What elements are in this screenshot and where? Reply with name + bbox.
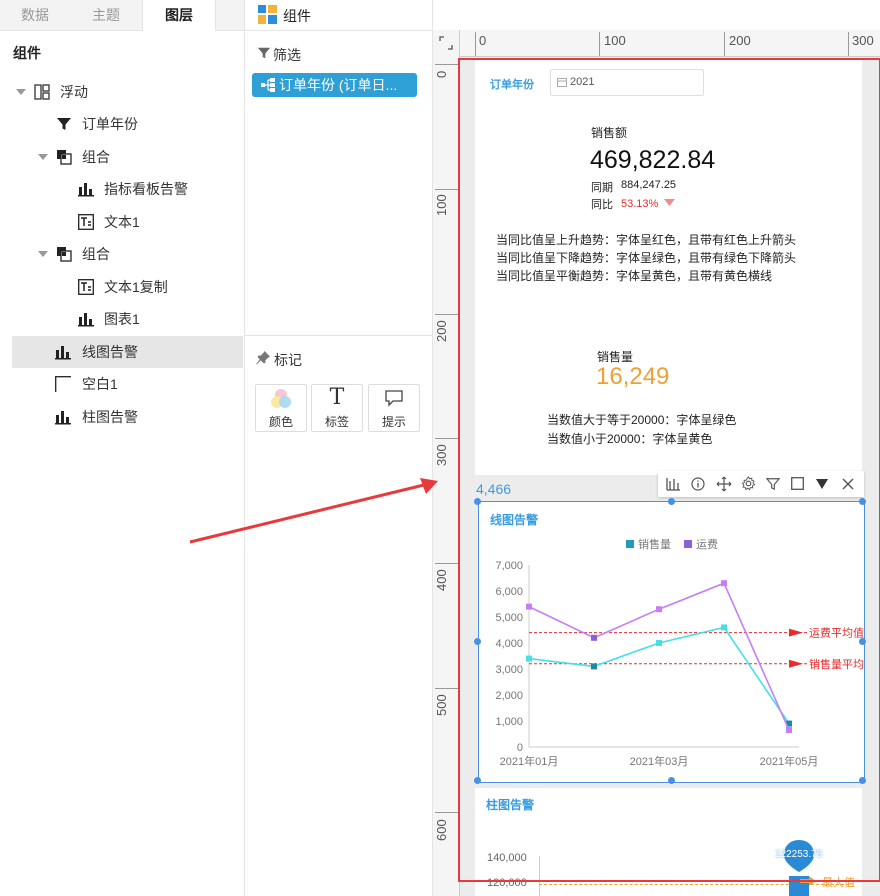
component-panel: 组件 筛选 订单年份 (订单日... 标记 颜色 T 标签 提示 <box>245 0 433 896</box>
ruler-label: 200 <box>434 320 449 342</box>
mark-color-button[interactable]: 颜色 <box>255 384 307 432</box>
filter-icon <box>257 47 271 59</box>
ruler-label: 300 <box>434 444 449 466</box>
panel-tabs: 数据 主题 图层 <box>0 0 244 31</box>
filter-title: 筛选 <box>273 47 301 63</box>
group-icon <box>57 247 72 262</box>
ruler-label: 200 <box>729 33 751 48</box>
components-heading: 组件 <box>13 45 41 61</box>
ruler-label: 400 <box>434 569 449 591</box>
mark-label-button[interactable]: T 标签 <box>311 384 363 432</box>
color-icon <box>271 389 291 408</box>
tree-label: 指标看板告警 <box>104 181 188 197</box>
filter-chip-label: 订单年份 (订单日... <box>279 77 398 93</box>
bar-chart-icon <box>78 183 94 197</box>
tree-item-text1[interactable]: 文本1 <box>0 206 243 238</box>
tree-label: 柱图告警 <box>82 409 138 425</box>
tree-label: 图表1 <box>104 311 140 327</box>
tab-data[interactable]: 数据 <box>0 0 70 30</box>
tab-theme[interactable]: 主题 <box>70 0 142 30</box>
hierarchy-icon <box>261 78 275 92</box>
filter-icon <box>57 118 71 130</box>
tree-label: 订单年份 <box>82 116 138 132</box>
text-t-icon: T <box>329 385 345 410</box>
bar-chart-icon <box>55 411 71 425</box>
mark-title: 标记 <box>274 352 302 368</box>
tree-item-kpi-alert[interactable]: 指标看板告警 <box>0 173 243 205</box>
blank-icon <box>55 376 71 392</box>
tree-item-group-1[interactable]: 组合 <box>0 141 243 173</box>
component-grid-icon <box>258 5 277 24</box>
tree-label: 浮动 <box>60 84 88 100</box>
divider <box>245 335 432 336</box>
annotation-arrow <box>189 478 438 544</box>
tree-item-chart1[interactable]: 图表1 <box>0 303 243 335</box>
tree-item-order-year[interactable]: 订单年份 <box>0 108 243 140</box>
ruler-label: 0 <box>479 33 487 48</box>
tree-item-blank1[interactable]: 空白1 <box>0 368 243 400</box>
ruler-label: 100 <box>434 194 449 216</box>
tree-label: 文本1 <box>104 214 140 230</box>
caret-down-icon[interactable] <box>16 89 26 95</box>
mark-tooltip-button[interactable]: 提示 <box>368 384 420 432</box>
tree-item-group-2[interactable]: 组合 <box>0 238 243 270</box>
mark-label: 颜色 <box>268 415 293 429</box>
tree-item-line-alert[interactable]: 线图告警 <box>12 336 243 368</box>
filter-chip[interactable]: 订单年份 (订单日... <box>252 73 417 97</box>
tree-label: 空白1 <box>82 376 118 392</box>
ruler-label: 300 <box>852 33 874 48</box>
component-title: 组件 <box>283 8 311 24</box>
tree-item-text1-copy[interactable]: 文本1复制 <box>0 271 243 303</box>
mark-label: 标签 <box>324 415 349 429</box>
ruler-label: 0 <box>434 70 449 78</box>
tab-layers[interactable]: 图层 <box>142 0 216 31</box>
text-icon <box>78 279 94 295</box>
highlight-frame <box>458 58 880 882</box>
component-header: 组件 <box>245 0 432 31</box>
float-layout-icon <box>34 84 50 100</box>
tree-item-float[interactable]: 浮动 <box>0 76 243 108</box>
layers-panel: 数据 主题 图层 组件 浮动 订单年份 组合 指标看板告警 文本1 组合 文本1… <box>0 0 245 896</box>
group-icon <box>57 150 72 165</box>
speech-bubble-icon <box>385 390 403 407</box>
text-icon <box>78 214 94 230</box>
caret-down-icon[interactable] <box>38 251 48 257</box>
tree-label: 组合 <box>82 149 110 165</box>
ruler-label: 100 <box>604 33 626 48</box>
tree-item-bar-alert[interactable]: 柱图告警 <box>0 401 243 433</box>
tree-label: 组合 <box>82 246 110 262</box>
caret-down-icon[interactable] <box>38 154 48 160</box>
pin-icon <box>256 350 271 365</box>
ruler-label: 500 <box>434 694 449 716</box>
bar-chart-icon <box>78 313 94 327</box>
tree-label: 文本1复制 <box>104 279 168 295</box>
ruler-label: 600 <box>434 819 449 841</box>
bar-chart-icon <box>55 346 71 360</box>
tree-label: 线图告警 <box>82 344 138 360</box>
ruler-corner <box>433 30 460 57</box>
horizontal-ruler: 0 100 200 300 <box>460 30 880 57</box>
corner-icon <box>439 36 453 50</box>
mark-label: 提示 <box>381 415 406 429</box>
